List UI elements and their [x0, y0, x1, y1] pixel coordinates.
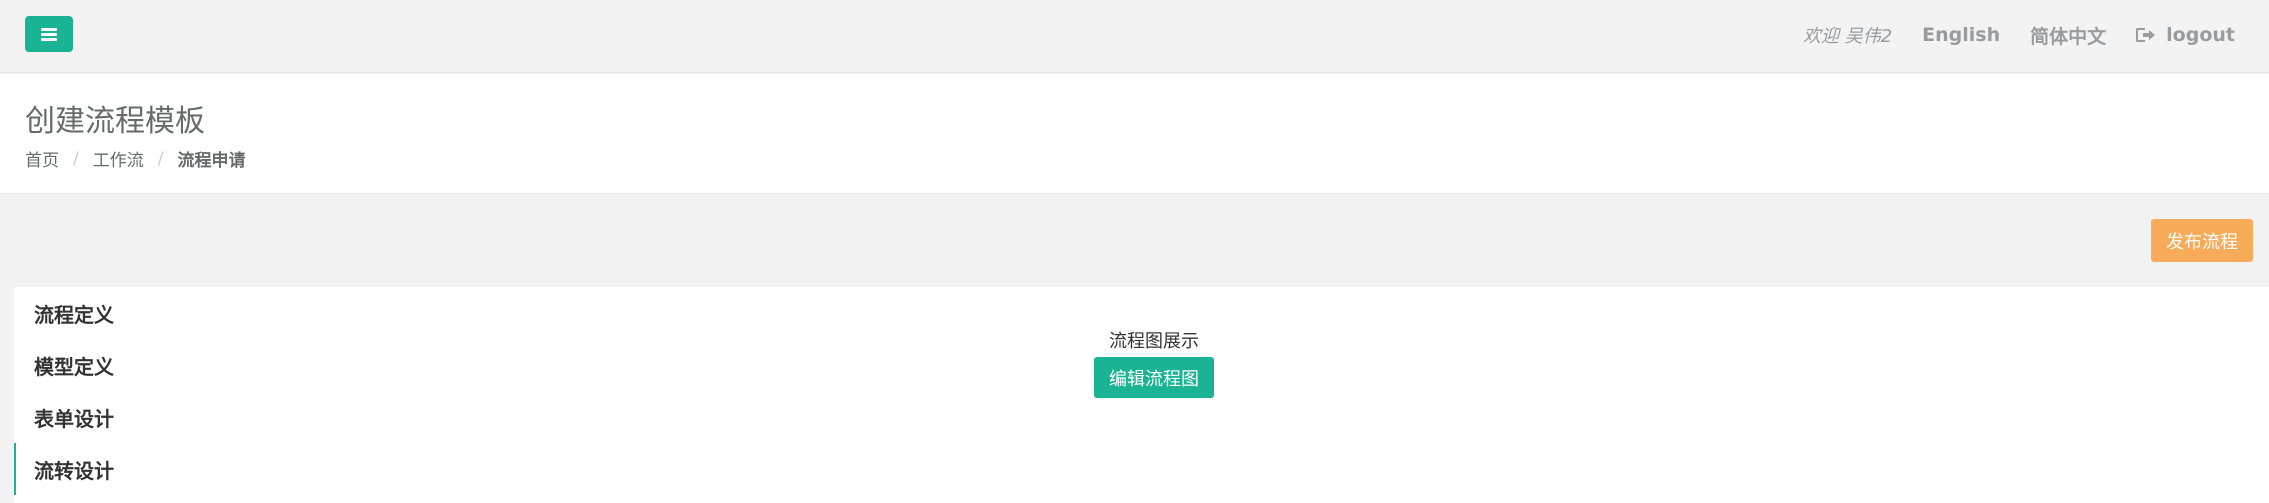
- tab-model-definition[interactable]: 模型定义: [14, 339, 214, 391]
- menu-toggle-button[interactable]: [25, 16, 73, 52]
- breadcrumb-workflow[interactable]: 工作流: [93, 146, 144, 171]
- top-navbar: 欢迎 吴伟2 English 简体中文 logout: [0, 0, 2269, 73]
- top-right-nav: 欢迎 吴伟2 English 简体中文 logout: [1803, 0, 2269, 70]
- breadcrumb-separator: /: [157, 148, 164, 169]
- tab-flow-design[interactable]: 流转设计: [14, 443, 214, 495]
- edit-diagram-button[interactable]: 编辑流程图: [1094, 357, 1214, 398]
- breadcrumb-current: 流程申请: [177, 151, 246, 171]
- lang-english-link[interactable]: English: [1922, 24, 2000, 46]
- breadcrumb-home[interactable]: 首页: [25, 146, 59, 171]
- lang-chinese-link[interactable]: 简体中文: [2030, 22, 2106, 49]
- side-tabs: 流程定义 模型定义 表单设计 流转设计: [14, 287, 214, 495]
- breadcrumb: 首页 / 工作流 / 流程申请: [25, 146, 246, 172]
- logout-link[interactable]: logout: [2136, 24, 2235, 46]
- sign-out-icon: [2136, 27, 2156, 43]
- tab-process-definition[interactable]: 流程定义: [14, 287, 214, 339]
- page-heading: 创建流程模板 首页 / 工作流 / 流程申请: [0, 74, 2269, 194]
- hamburger-icon: [41, 27, 57, 41]
- publish-workflow-button[interactable]: 发布流程: [2151, 219, 2253, 262]
- page-title: 创建流程模板: [25, 104, 205, 139]
- diagram-area: 流程图展示 编辑流程图: [1094, 327, 1214, 398]
- welcome-text: 欢迎 吴伟2: [1802, 26, 1893, 47]
- design-panel: 流程定义 模型定义 表单设计 流转设计 流程图展示 编辑流程图: [14, 287, 2269, 503]
- breadcrumb-separator: /: [73, 148, 79, 169]
- diagram-label: 流程图展示: [1109, 331, 1199, 352]
- logout-label: logout: [2166, 24, 2235, 46]
- tab-form-design[interactable]: 表单设计: [14, 391, 214, 443]
